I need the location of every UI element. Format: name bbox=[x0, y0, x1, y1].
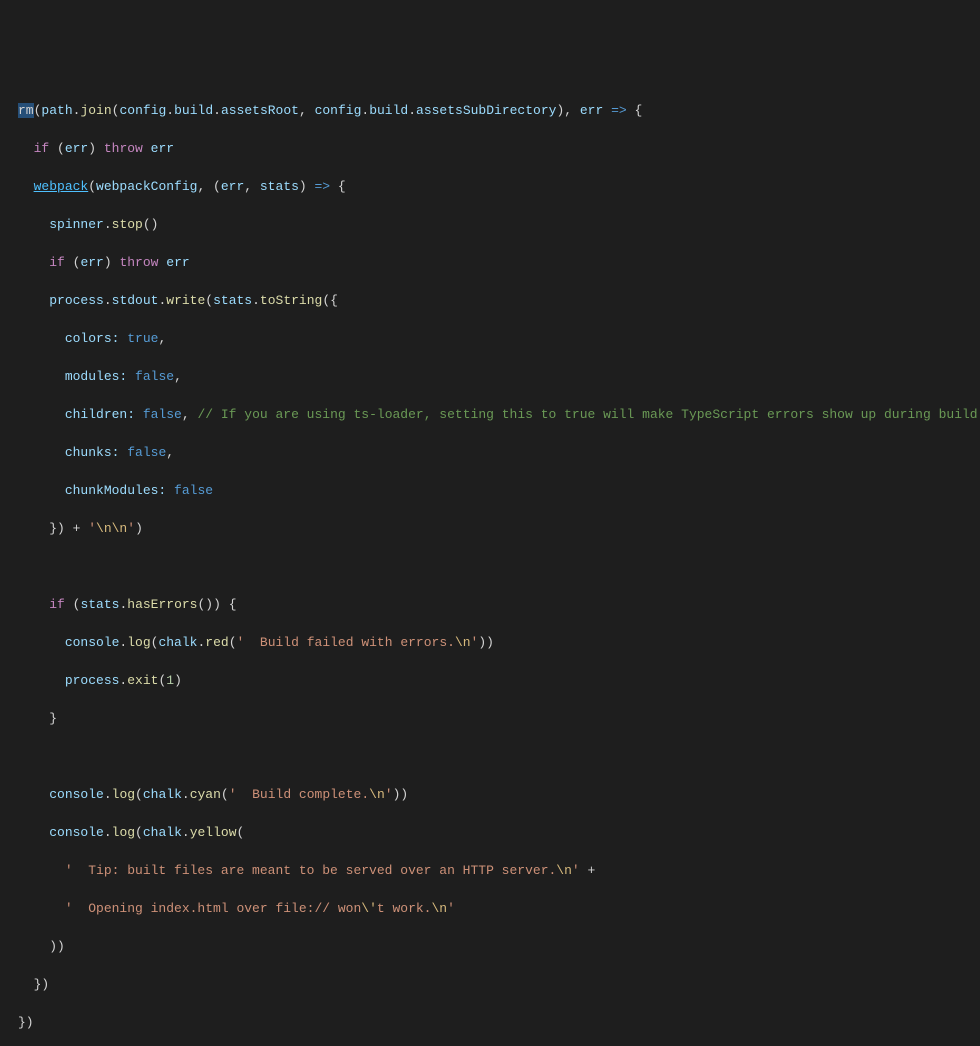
code-line: webpack(webpackConfig, (err, stats) => { bbox=[0, 177, 980, 196]
code-line: }) + '\n\n') bbox=[0, 519, 980, 538]
code-line: spinner.stop() bbox=[0, 215, 980, 234]
code-line: } bbox=[0, 709, 980, 728]
code-line bbox=[0, 557, 980, 576]
code-line: chunkModules: false bbox=[0, 481, 980, 500]
code-line: if (stats.hasErrors()) { bbox=[0, 595, 980, 614]
code-line: modules: false, bbox=[0, 367, 980, 386]
code-line: if (err) throw err bbox=[0, 253, 980, 272]
code-editor[interactable]: rm(path.join(config.build.assetsRoot, co… bbox=[0, 82, 980, 1046]
code-line: console.log(chalk.red(' Build failed wit… bbox=[0, 633, 980, 652]
code-line: }) bbox=[0, 975, 980, 994]
code-line: }) bbox=[0, 1013, 980, 1032]
code-line: rm(path.join(config.build.assetsRoot, co… bbox=[0, 101, 980, 120]
code-line: if (err) throw err bbox=[0, 139, 980, 158]
code-line: ' Opening index.html over file:// won\'t… bbox=[0, 899, 980, 918]
code-line: )) bbox=[0, 937, 980, 956]
code-line: console.log(chalk.cyan(' Build complete.… bbox=[0, 785, 980, 804]
code-line bbox=[0, 747, 980, 766]
code-line: ' Tip: built files are meant to be serve… bbox=[0, 861, 980, 880]
code-line: children: false, // If you are using ts-… bbox=[0, 405, 980, 424]
code-line: process.stdout.write(stats.toString({ bbox=[0, 291, 980, 310]
code-line: chunks: false, bbox=[0, 443, 980, 462]
code-line: colors: true, bbox=[0, 329, 980, 348]
code-line: console.log(chalk.yellow( bbox=[0, 823, 980, 842]
code-line: process.exit(1) bbox=[0, 671, 980, 690]
